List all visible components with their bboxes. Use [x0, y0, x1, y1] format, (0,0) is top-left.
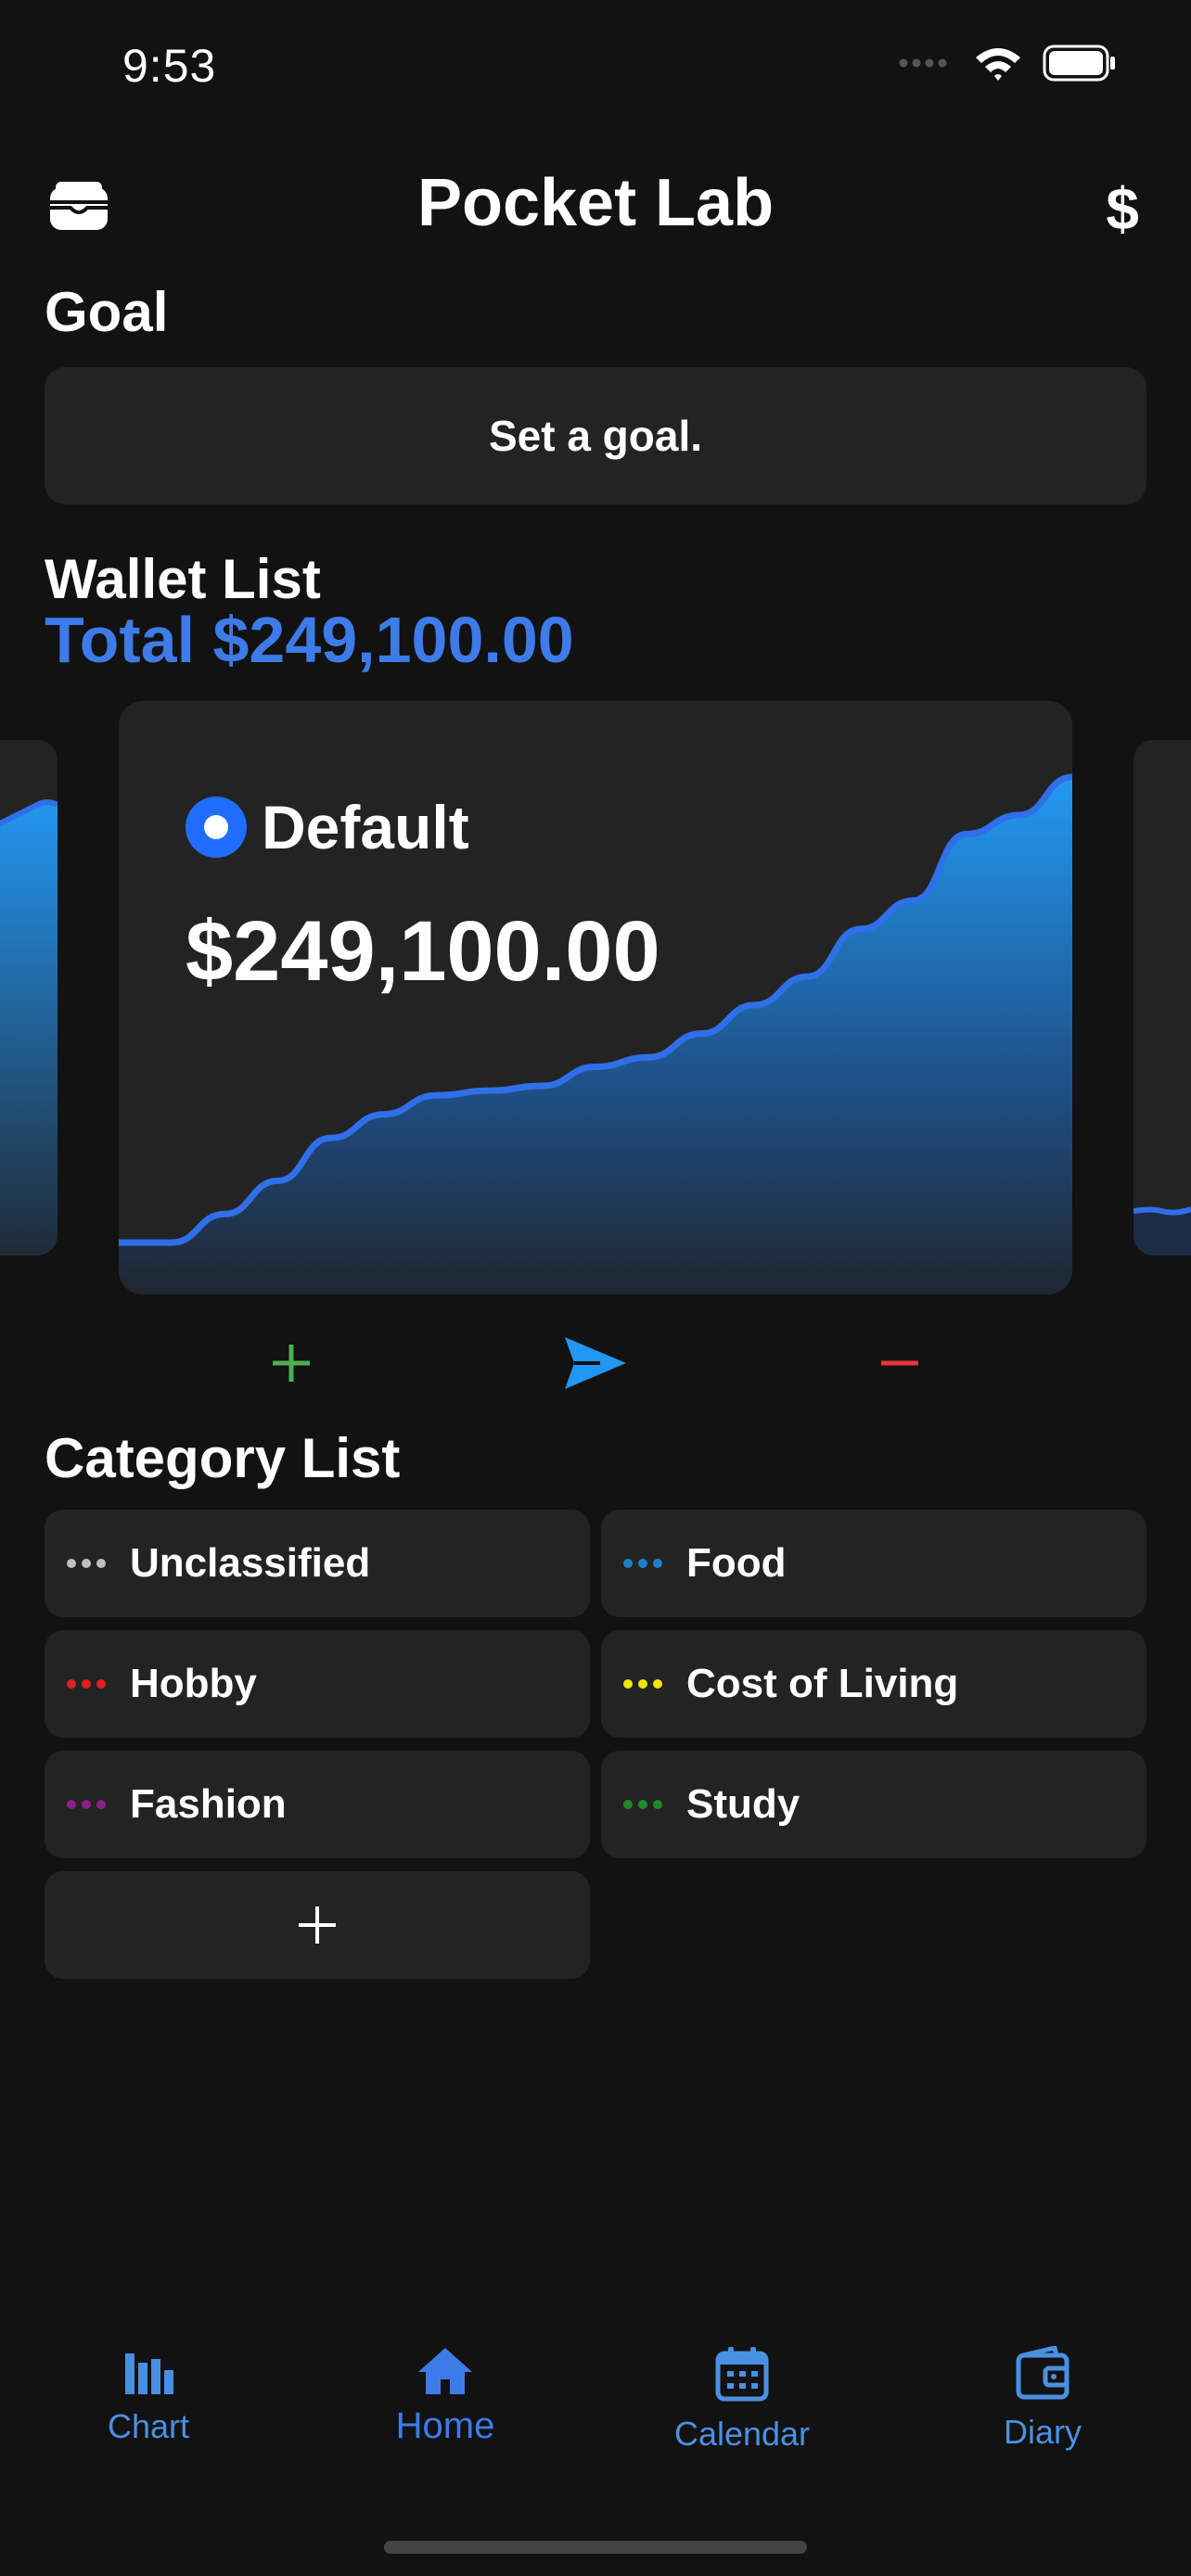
category-label: Cost of Living [686, 1661, 959, 1706]
chart-icon [125, 2353, 173, 2394]
set-goal-button[interactable]: Set a goal. [45, 367, 1146, 504]
wallet-list-title: Wallet List [45, 548, 321, 610]
subtract-transaction-button[interactable] [863, 1326, 937, 1400]
wallet-card-next[interactable] [1133, 740, 1191, 1256]
calendar-icon [715, 2347, 769, 2402]
wallet-amount: $249,100.00 [186, 904, 660, 999]
category-label: Fashion [130, 1781, 287, 1827]
dots-icon [67, 1679, 106, 1689]
dots-icon [623, 1679, 662, 1689]
home-indicator [384, 2541, 807, 2554]
dots-icon [623, 1559, 662, 1568]
tab-diary[interactable]: Diary [922, 2346, 1163, 2452]
tab-label: Home [395, 2405, 495, 2446]
category-item-study[interactable]: Study [601, 1751, 1146, 1858]
send-icon [565, 1337, 626, 1389]
minus-icon [881, 1360, 918, 1366]
plus-icon [299, 1906, 336, 1944]
dots-icon [623, 1800, 662, 1809]
category-list-title: Category List [45, 1427, 401, 1489]
category-item-food[interactable]: Food [601, 1510, 1146, 1617]
tab-label: Chart [107, 2407, 190, 2445]
tab-label: Diary [1003, 2413, 1082, 2451]
add-category-button[interactable] [45, 1871, 590, 1979]
category-label: Study [686, 1781, 800, 1827]
wallet-card-prev[interactable] [0, 740, 58, 1256]
category-item-hobby[interactable]: Hobby [45, 1630, 590, 1738]
page-title: Pocket Lab [416, 166, 775, 240]
home-icon [418, 2348, 472, 2394]
wallet-total: Total $249,100.00 [45, 604, 574, 676]
category-item-fashion[interactable]: Fashion [45, 1751, 590, 1858]
battery-icon [1043, 45, 1115, 82]
tab-home[interactable]: Home [325, 2346, 566, 2447]
signal-icon [899, 58, 947, 68]
wallet-card[interactable]: Default $249,100.00 [119, 701, 1072, 1294]
goal-placeholder: Set a goal. [488, 412, 703, 460]
tab-calendar[interactable]: Calendar [621, 2346, 863, 2454]
category-label: Unclassified [130, 1540, 371, 1586]
dots-icon [67, 1559, 106, 1568]
add-transaction-button[interactable] [254, 1326, 328, 1400]
tab-chart[interactable]: Chart [28, 2346, 269, 2446]
goal-title: Goal [45, 281, 169, 343]
status-icons [898, 45, 1117, 82]
diary-icon [1016, 2346, 1069, 2400]
category-item-cost-of-living[interactable]: Cost of Living [601, 1630, 1146, 1738]
dots-icon [67, 1800, 106, 1809]
category-label: Food [686, 1540, 787, 1586]
wallet-name: Default [186, 792, 469, 862]
status-time: 9:53 [122, 40, 217, 92]
category-item-unclassified[interactable]: Unclassified [45, 1510, 590, 1617]
wallet-logo-icon [186, 797, 247, 858]
plus-icon [273, 1345, 310, 1382]
send-button[interactable] [558, 1326, 633, 1400]
currency-button[interactable]: $ [1106, 174, 1139, 243]
tab-label: Calendar [673, 2415, 811, 2453]
category-label: Hobby [130, 1661, 257, 1706]
wallet-name-label: Default [262, 793, 469, 861]
wifi-icon [976, 48, 1020, 81]
